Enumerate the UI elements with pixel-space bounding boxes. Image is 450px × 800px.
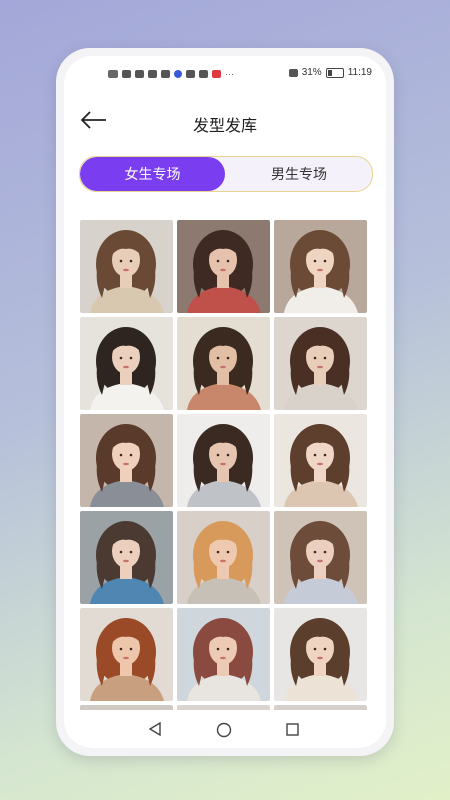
hairstyle-thumbnail[interactable] <box>177 220 270 313</box>
portrait-image <box>80 317 173 410</box>
phone-frame: ··· 31% 11:19 发型发库 女生专场 男生专场 <box>56 48 394 756</box>
wifi-icon <box>161 70 170 78</box>
nav-bar: 发型发库 <box>64 100 386 144</box>
portrait-image <box>274 511 367 604</box>
page-title: 发型发库 <box>192 118 257 135</box>
portrait-image <box>274 414 367 507</box>
bluetooth-icon <box>122 70 131 78</box>
hairstyle-thumbnail[interactable] <box>80 220 173 313</box>
nav-back-icon[interactable] <box>148 722 162 736</box>
portrait-image <box>80 414 173 507</box>
app-icon <box>199 70 208 78</box>
tab-female[interactable]: 女生专场 <box>80 157 225 191</box>
nav-recent-apps-icon[interactable] <box>286 723 299 736</box>
system-nav-bar <box>64 710 386 748</box>
portrait-image <box>177 220 270 313</box>
app-screen: ··· 31% 11:19 发型发库 女生专场 男生专场 <box>64 56 386 748</box>
hairstyle-thumbnail[interactable] <box>177 608 270 701</box>
portrait-image <box>177 414 270 507</box>
status-bar: ··· 31% 11:19 <box>64 56 386 90</box>
cart-icon <box>186 70 195 78</box>
hairstyle-grid <box>80 220 370 748</box>
hairstyle-thumbnail[interactable] <box>80 317 173 410</box>
app-notification-icon <box>174 70 182 78</box>
hairstyle-thumbnail[interactable] <box>177 414 270 507</box>
gender-tab-switch: 女生专场 男生专场 <box>79 156 373 192</box>
signal-icon-2 <box>148 70 157 78</box>
portrait-image <box>80 608 173 701</box>
hairstyle-thumbnail[interactable] <box>274 608 367 701</box>
clock: 11:19 <box>347 67 372 78</box>
portrait-image <box>274 220 367 313</box>
portrait-image <box>274 608 367 701</box>
hairstyle-thumbnail[interactable] <box>274 220 367 313</box>
hairstyle-thumbnail[interactable] <box>177 317 270 410</box>
portrait-image <box>80 220 173 313</box>
portrait-image <box>177 608 270 701</box>
tab-male[interactable]: 男生专场 <box>226 157 372 191</box>
hd-icon <box>108 70 118 78</box>
portrait-image <box>177 317 270 410</box>
vibrate-icon <box>288 68 298 77</box>
signal-icon <box>135 70 144 78</box>
status-icons-left: ··· <box>108 69 234 79</box>
hairstyle-thumbnail[interactable] <box>80 511 173 604</box>
more-notifications-icon: ··· <box>225 69 234 79</box>
portrait-image <box>274 317 367 410</box>
hairstyle-thumbnail[interactable] <box>80 414 173 507</box>
hairstyle-thumbnail[interactable] <box>274 414 367 507</box>
status-icons-right: 31% 11:19 <box>288 67 372 78</box>
app-red-icon <box>212 70 221 78</box>
hairstyle-thumbnail[interactable] <box>177 511 270 604</box>
battery-icon <box>325 67 344 78</box>
hairstyle-thumbnail[interactable] <box>80 608 173 701</box>
hairstyle-thumbnail[interactable] <box>274 317 367 410</box>
nav-home-icon[interactable] <box>216 722 232 738</box>
portrait-image <box>177 511 270 604</box>
battery-percent: 31% <box>301 67 322 78</box>
hairstyle-thumbnail[interactable] <box>274 511 367 604</box>
portrait-image <box>80 511 173 604</box>
